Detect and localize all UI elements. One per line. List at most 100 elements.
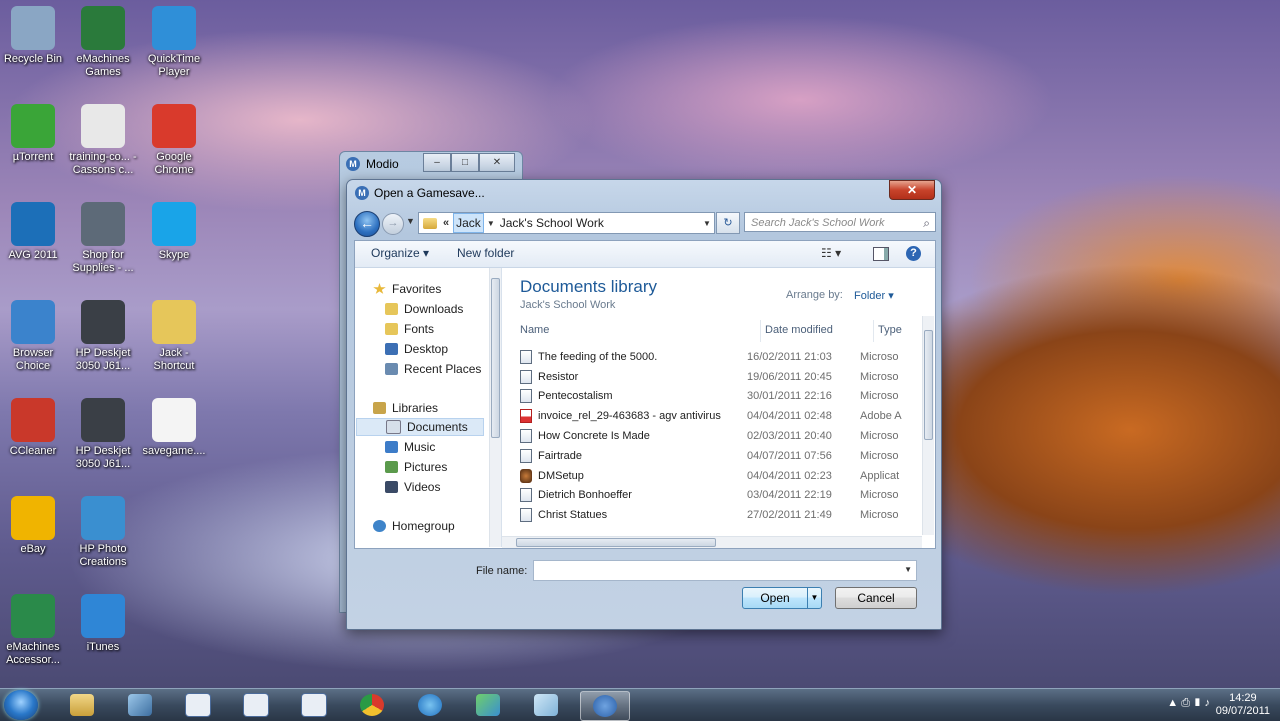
open-button[interactable]: Open ▼ [742,587,822,609]
desktop-icon-item[interactable]: HP Deskjet 3050 J61... [67,398,139,471]
horizontal-scrollbar[interactable] [502,536,922,548]
desktop-icon-item[interactable]: eMachines Games [67,6,139,79]
breadcrumb-overflow[interactable]: « [443,217,449,229]
taskbar-app-3[interactable] [522,691,570,719]
dialog-close-button[interactable]: ✕ [889,180,935,200]
clock[interactable]: 14:29 09/07/2011 [1216,692,1270,718]
forward-button[interactable]: → [382,213,404,235]
desktop-icon-item[interactable]: iTunes [67,594,139,654]
column-header-name[interactable]: Name [520,324,549,336]
desktop-icon-item[interactable]: HP Deskjet 3050 J61... [67,300,139,373]
open-dropdown-button[interactable]: ▼ [807,588,821,608]
arrange-by-dropdown[interactable]: Folder ▾ [854,289,894,302]
desktop-icon-item[interactable]: eMachines Accessor... [0,594,69,667]
word-document-icon [520,429,532,444]
file-row[interactable]: DMSetup 04/04/2011 02:23 Applicat [520,466,930,486]
file-row[interactable]: Resistor 19/06/2011 20:45 Microso [520,367,930,387]
file-row[interactable]: How Concrete Is Made 02/03/2011 20:40 Micr… [520,426,930,446]
desktop-icon-item[interactable]: Browser Choice [0,300,69,373]
nav-desktop[interactable]: Desktop [385,340,448,358]
desktop-icon-item[interactable]: Skype [138,202,210,262]
taskbar-word-1[interactable] [174,691,222,719]
desktop-icon-item[interactable]: eBay [0,496,69,556]
nav-videos[interactable]: Videos [385,478,440,496]
close-button[interactable]: ✕ [479,153,515,172]
column-divider[interactable] [873,320,874,342]
address-dropdown-button[interactable]: ▼ [700,219,714,228]
system-tray[interactable]: ▲ ⎙ ▮ ♪ [1167,697,1210,710]
file-row[interactable]: Dietrich Bonhoeffer 03/04/2011 22:19 Micro… [520,486,930,506]
file-row[interactable]: Pentecostalism 30/01/2011 22:16 Microso [520,387,930,407]
file-row[interactable]: Christ Statues 27/02/2011 21:49 Microso [520,505,930,525]
desktop-icon-item[interactable]: training-co... -Cassons c... [67,104,139,177]
back-button[interactable]: ← [354,211,380,237]
explorer-icon [70,694,94,716]
nav-label: Documents [407,420,468,434]
taskbar-app[interactable] [116,691,164,719]
nav-homegroup[interactable]: Homegroup [373,517,455,535]
preview-pane-icon[interactable] [873,247,889,261]
taskbar-modio[interactable] [580,691,630,721]
scrollbar-thumb[interactable] [491,278,500,438]
breadcrumb-jack[interactable]: Jack [453,213,484,233]
desktop-icon-item[interactable]: Google Chrome [138,104,210,177]
desktop-icon-label: eBay [20,543,46,555]
nav-favorites[interactable]: Favorites [373,280,441,298]
nav-recent-places[interactable]: Recent Places [385,360,481,378]
nav-pane-scrollbar[interactable] [489,268,501,547]
taskbar-word-3[interactable] [290,691,338,719]
help-icon[interactable]: ? [906,246,921,261]
address-bar[interactable]: « Jack ▼ Jack's School Work ▼ [418,212,715,234]
taskbar-internet-explorer[interactable] [406,691,454,719]
clock-date: 09/07/2011 [1215,705,1270,717]
desktop-icon-item[interactable]: savegame.... [138,398,210,458]
nav-downloads[interactable]: Downloads [385,300,463,318]
file-row[interactable]: The feeding of the 5000. 16/02/2011 21:03… [520,347,930,367]
taskbar-chrome[interactable] [348,691,396,719]
minimize-button[interactable]: – [423,153,451,172]
column-header-date[interactable]: Date modified [765,324,833,336]
organize-button[interactable]: Organize ▾ [371,246,429,260]
file-name-label: File name: [476,565,528,577]
desktop-icon-item[interactable]: AVG 2011 [0,202,69,262]
breadcrumb-separator[interactable]: ▼ [487,219,495,228]
homegroup-icon [373,520,386,532]
scrollbar-thumb[interactable] [924,330,933,440]
scrollbar-thumb[interactable] [516,538,716,547]
desktop-icon-item[interactable]: µTorrent [0,104,69,164]
column-divider[interactable] [760,320,761,342]
file-name-dropdown[interactable]: ▼ [904,565,912,574]
file-row[interactable]: Fairtrade 04/07/2011 07:56 Microso [520,446,930,466]
file-name-input[interactable]: ▼ [533,560,917,581]
desktop-icon-item[interactable]: HP Photo Creations [67,496,139,569]
quicktime-icon [152,6,196,50]
change-view-button[interactable]: ☷ ▾ [821,246,841,260]
refresh-button[interactable]: ↻ [716,212,740,234]
file-row[interactable]: invoice_rel_29-463683 - agv antivirus 04/… [520,406,930,426]
column-header-type[interactable]: Type [878,324,902,336]
nav-libraries[interactable]: Libraries [373,399,438,417]
desktop-icon-item[interactable]: Recycle Bin [0,6,69,66]
nav-music[interactable]: Music [385,438,435,456]
nav-documents[interactable]: Documents [356,418,484,436]
taskbar-app-2[interactable] [464,691,512,719]
nav-pictures[interactable]: Pictures [385,458,447,476]
taskbar-word-2[interactable] [232,691,280,719]
desktop-icon-item[interactable]: Shop for Supplies - ... [67,202,139,275]
desktop-icon-item[interactable]: Jack - Shortcut [138,300,210,373]
word-document-icon [520,369,532,384]
desktop-icon-item[interactable]: CCleaner [0,398,69,458]
taskbar-explorer[interactable] [58,691,106,719]
file-list-scrollbar[interactable] [922,316,934,535]
desktop-icon-item[interactable]: QuickTime Player [138,6,210,79]
folder-icon [152,300,196,344]
maximize-button[interactable]: □ [451,153,479,172]
search-input[interactable]: Search Jack's School Work ⌕ [744,212,936,232]
breadcrumb-current[interactable]: Jack's School Work [500,216,700,230]
nav-fonts[interactable]: Fonts [385,320,434,338]
new-folder-button[interactable]: New folder [457,246,514,260]
cancel-button[interactable]: Cancel [835,587,917,609]
start-button[interactable] [4,690,38,720]
search-icon[interactable]: ⌕ [923,213,930,233]
recent-locations-dropdown[interactable]: ▼ [406,216,415,226]
